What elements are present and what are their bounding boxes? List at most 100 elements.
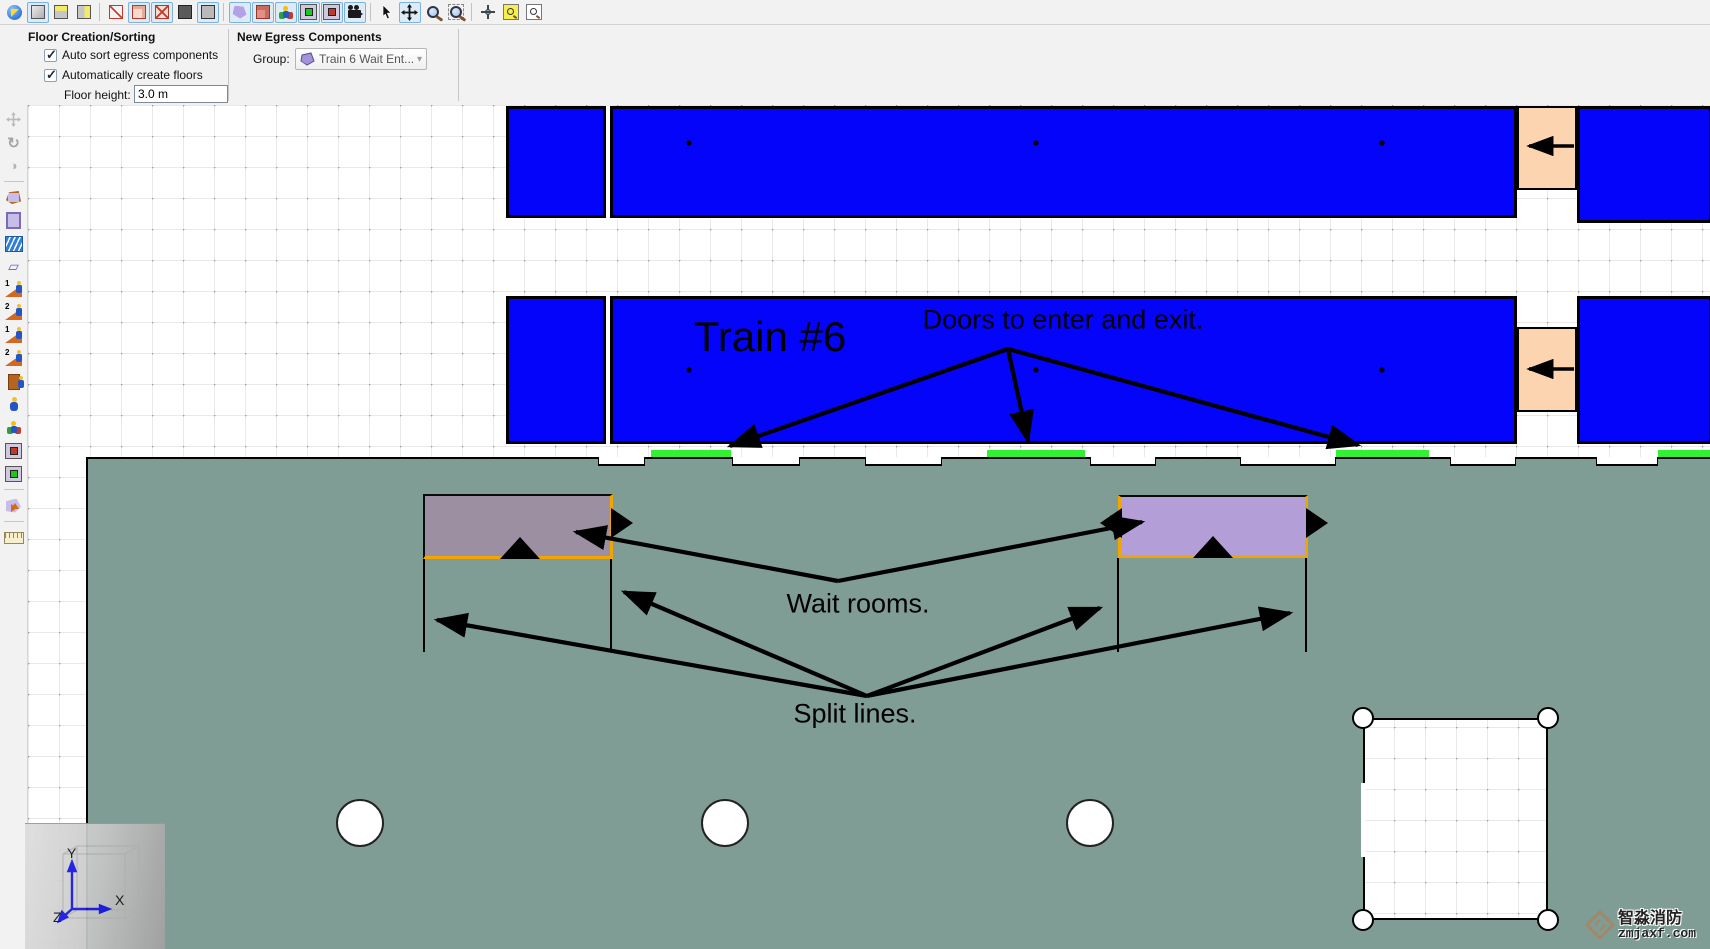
thin-room-tool-button[interactable] [2,256,26,277]
door-marker-left[interactable] [1100,508,1122,538]
zoom-fit-all-button[interactable] [500,2,522,23]
ramp-tool-2-button[interactable]: 2 [2,348,26,369]
axis-y-label: Y [67,845,77,861]
toolbar-separator [223,3,224,21]
stairs-icon: 1 [5,283,22,297]
auto-create-checkbox-row[interactable]: Automatically create floors [44,68,203,82]
axis-x-label: X [115,892,125,908]
door-tool-button[interactable] [2,233,26,254]
zoom-tool-button[interactable] [422,2,444,23]
floor-height-input[interactable] [134,85,228,103]
extrude-icon [6,499,21,513]
perspective-view-button[interactable] [27,2,49,23]
axis-gizmo: Y X Z [25,823,165,949]
train-car[interactable] [1577,296,1710,444]
exit-door-tool-button[interactable] [2,440,26,461]
toolbar-separator [471,3,472,21]
show-cameras-button[interactable] [344,2,366,23]
watermark-cn-text: 智淼消防 [1618,911,1696,927]
door-marker-right[interactable] [611,508,633,538]
train-car-gap [603,106,613,218]
platform-column[interactable] [336,799,384,847]
rectangle-room-tool-button[interactable] [2,210,26,231]
platform-column[interactable] [701,799,749,847]
split-line[interactable] [423,559,425,652]
x-cube-icon [155,5,169,19]
navigate-view-button[interactable] [4,2,26,23]
split-line[interactable] [1305,558,1307,652]
split-lines-annotation[interactable]: Split lines. [793,699,916,730]
train-door[interactable] [987,450,1085,457]
group-label: Group: [253,52,290,66]
add-occupant-tool-button[interactable] [2,394,26,415]
split-line[interactable] [610,559,612,652]
zoom-fit-selected-button[interactable] [523,2,545,23]
show-assemblies-button[interactable] [252,2,274,23]
top-view-button[interactable] [50,2,72,23]
entry-door-tool-button[interactable] [2,463,26,484]
train-car-gap [603,296,613,444]
train-door[interactable] [651,450,731,457]
zoom-box-tool-button[interactable] [445,2,467,23]
group-shard-icon [300,52,315,66]
egress-panel-title: New Egress Components [237,30,382,44]
transparent-render-button[interactable] [151,2,173,23]
select-tool-button[interactable] [376,2,398,23]
train-6-label[interactable]: Train #6 [694,313,847,361]
train-connector[interactable] [1517,327,1577,412]
add-occupant-group-tool-button[interactable] [2,417,26,438]
chevron-down-icon: ▾ [417,54,422,65]
solid-dark-render-button[interactable] [174,2,196,23]
orbit-point-tool-button[interactable] [477,2,499,23]
cutout-room[interactable] [1363,718,1548,920]
solid-render-button[interactable] [197,2,219,23]
train-car[interactable] [506,106,1517,218]
door-marker-right[interactable] [1306,508,1328,538]
elevator-icon [8,374,20,390]
auto-create-checkbox[interactable] [44,69,57,82]
corner-column[interactable] [1352,909,1374,931]
stairs-tool-1-button[interactable]: 1 [2,279,26,300]
polygon-room-tool-button[interactable] [2,187,26,208]
train-car[interactable] [1577,106,1710,223]
stairs-tool-2-button[interactable]: 2 [2,302,26,323]
door-wall-icon [300,4,317,20]
panel-separator [458,29,459,101]
toolbar-separator [370,3,371,21]
split-line[interactable] [1117,558,1119,652]
move-objects-tool-button[interactable] [2,109,26,130]
door-marker-up[interactable] [1193,536,1233,558]
extrude-tool-button[interactable] [2,495,26,516]
auto-sort-checkbox[interactable] [44,49,57,62]
cursor-icon [380,4,394,20]
show-doors-button[interactable] [298,2,320,23]
pan-tool-button[interactable] [399,2,421,23]
corner-column[interactable] [1537,707,1559,729]
train-connector[interactable] [1517,106,1577,190]
door-wall-icon [5,466,22,482]
orbit-objects-tool-button[interactable] [2,155,26,176]
platform-column[interactable] [1066,799,1114,847]
side-view-button[interactable] [73,2,95,23]
show-exits-button[interactable] [321,2,343,23]
measure-tool-button[interactable] [2,527,26,548]
show-terrain-button[interactable] [229,2,251,23]
auto-sort-checkbox-row[interactable]: Auto sort egress components [44,48,218,62]
group-dropdown[interactable]: Train 6 Wait Ent... ▾ [295,48,427,70]
doors-annotation[interactable]: Doors to enter and exit. [923,305,1204,336]
move-cross-icon [401,4,418,21]
rotate-objects-tool-button[interactable] [2,132,26,153]
wireframe-render-button[interactable] [105,2,127,23]
ramp-tool-1-button[interactable]: 1 [2,325,26,346]
show-occupants-button[interactable] [275,2,297,23]
outline-render-button[interactable] [128,2,150,23]
corner-column[interactable] [1537,909,1559,931]
train-door[interactable] [1336,450,1429,457]
train-door[interactable] [1658,450,1710,457]
elevator-tool-button[interactable] [2,371,26,392]
door-marker-up[interactable] [500,537,540,559]
dark-cube-icon [178,5,192,19]
corner-column[interactable] [1352,707,1374,729]
wait-rooms-annotation[interactable]: Wait rooms. [786,589,929,620]
platform-edge-notch [598,457,645,466]
